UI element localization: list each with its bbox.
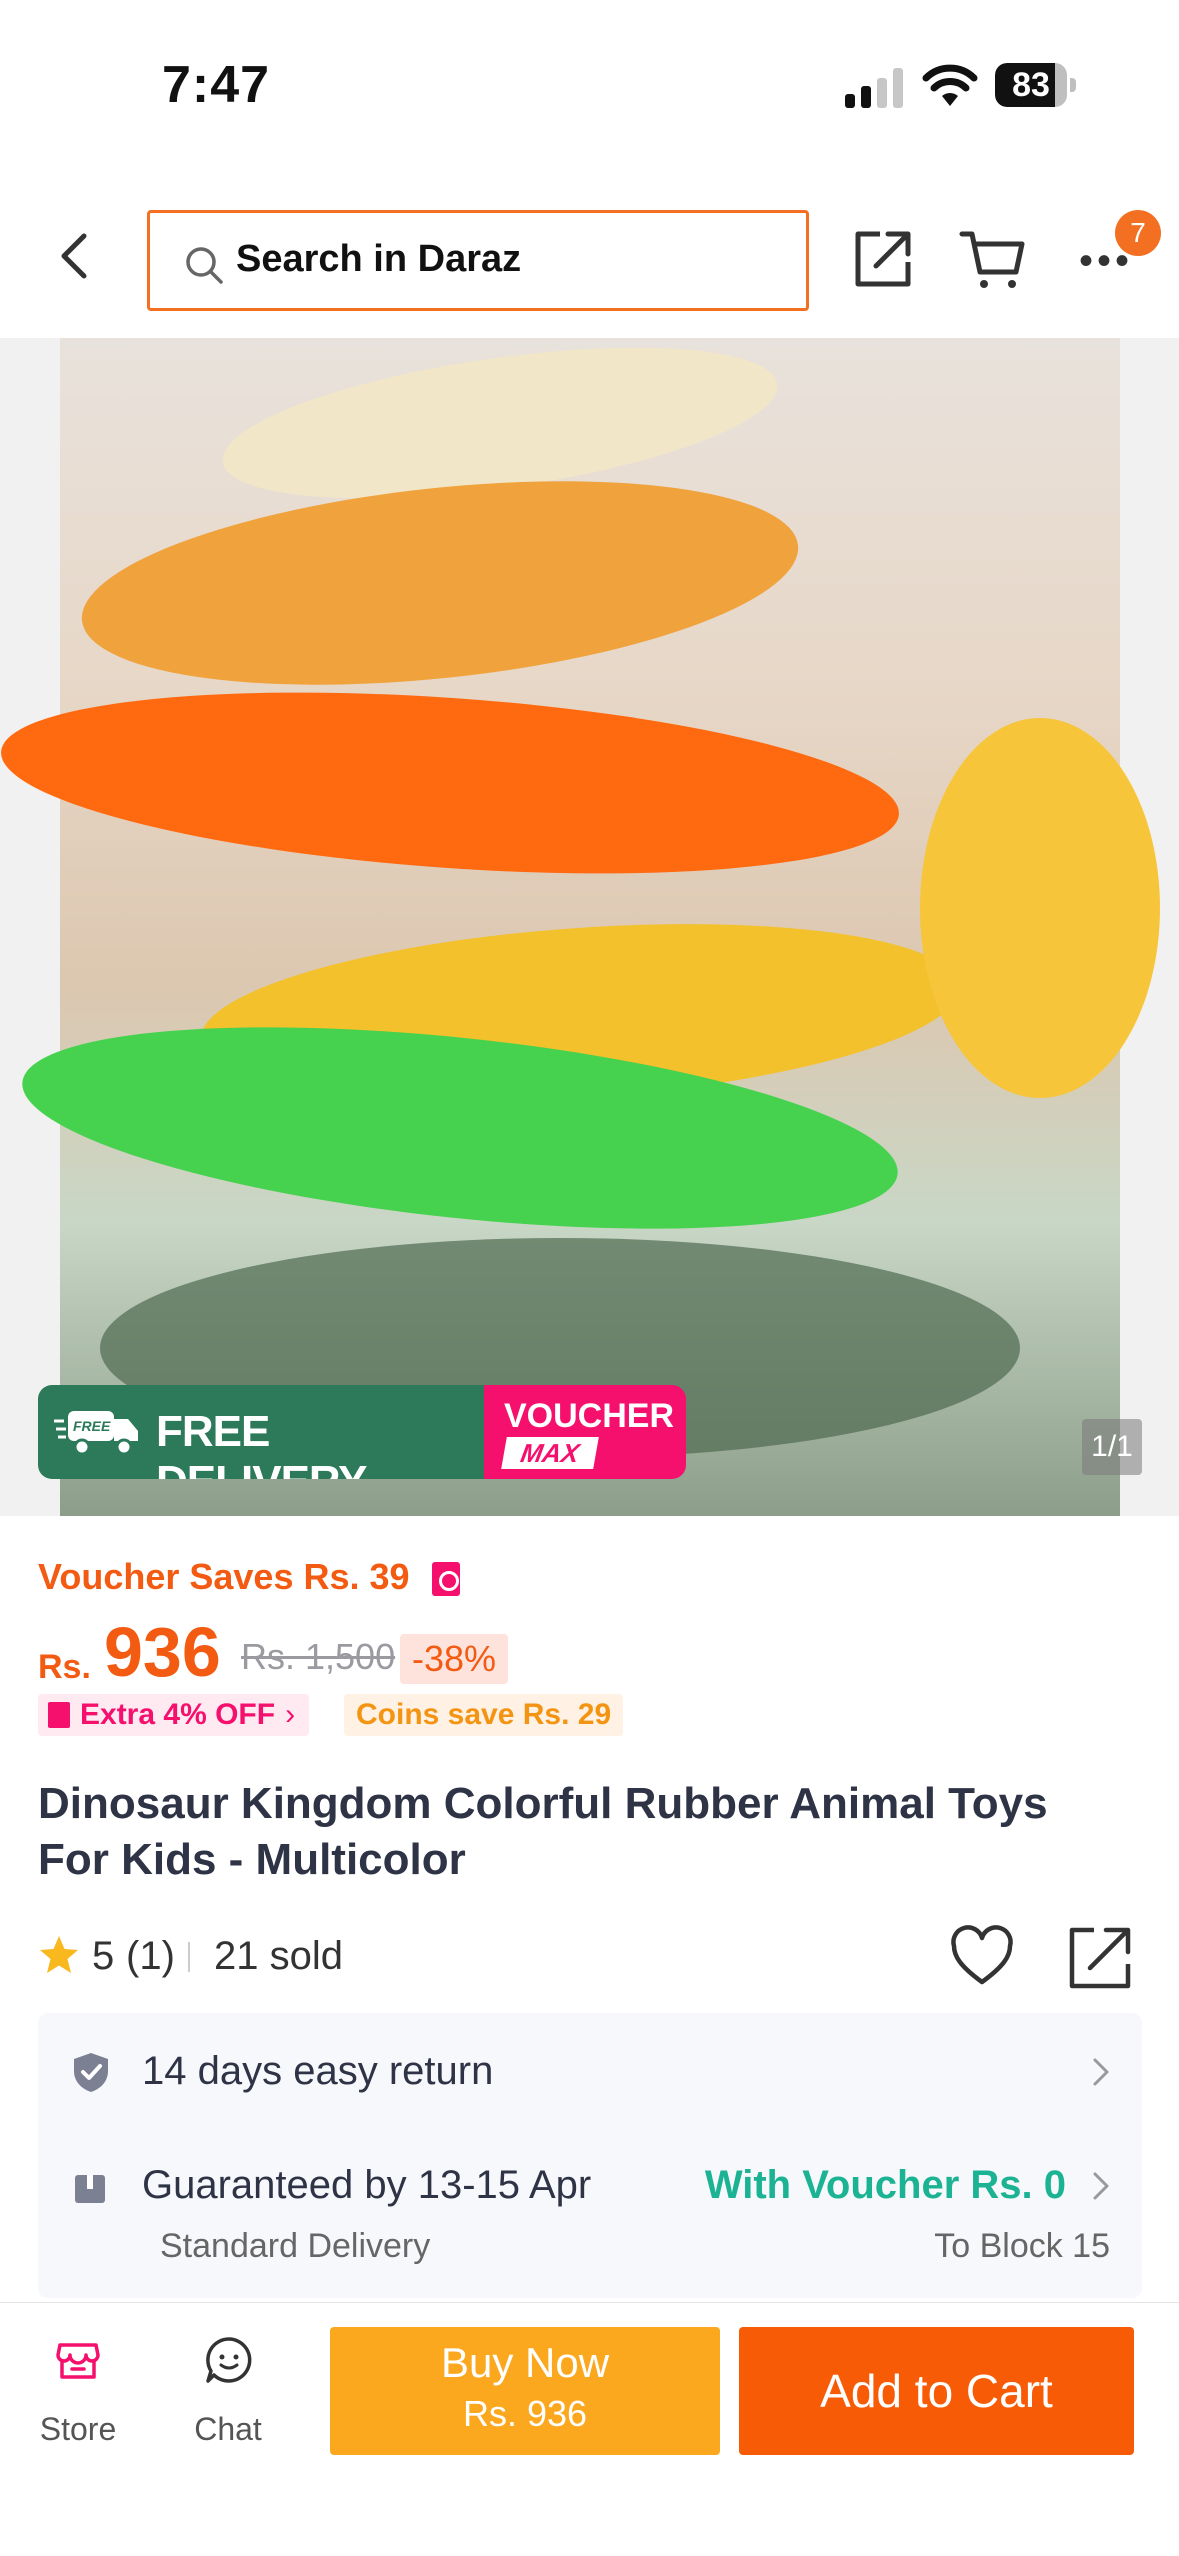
chat-button[interactable]: Chat (180, 2329, 276, 2449)
bottom-action-bar: Store Chat Buy Now Rs. 936 Add to Cart (0, 2302, 1179, 2556)
share-icon[interactable] (1064, 1922, 1136, 1994)
battery-level: 83 (1012, 66, 1050, 104)
voucher-badge-line2: MAX (501, 1437, 599, 1469)
price-currency: Rs. (38, 1648, 91, 1686)
wifi-icon (922, 64, 978, 106)
delivery-voucher-text: With Voucher Rs. 0 (704, 2163, 1066, 2207)
return-policy-row[interactable]: 14 days easy return (38, 2013, 1142, 2129)
add-to-cart-button[interactable]: Add to Cart (739, 2327, 1134, 2455)
chat-label: Chat (194, 2411, 262, 2447)
cart-icon[interactable] (958, 226, 1028, 292)
delivery-row[interactable]: Guaranteed by 13-15 Apr With Voucher Rs.… (38, 2129, 1142, 2298)
free-delivery-text: FREE DELIVERY (156, 1407, 367, 1479)
search-input[interactable]: Search in Daraz (147, 210, 809, 311)
extra-off-label: Extra 4% OFF (80, 1698, 276, 1731)
more-icon: ••• (1079, 239, 1134, 283)
buy-now-label: Buy Now (440, 2339, 610, 2386)
store-button[interactable]: Store (30, 2329, 126, 2449)
chevron-right-icon (1093, 2058, 1109, 2086)
product-photo (0, 338, 1160, 1516)
delivery-location: To Block 15 (934, 2227, 1110, 2265)
promo-banner: FREE FREE DELIVERY VOUCHER MAX (38, 1385, 686, 1479)
share-icon[interactable] (850, 226, 916, 292)
chat-icon (206, 2337, 252, 2383)
standard-delivery-text: Standard Delivery (160, 2227, 431, 2265)
rating-row: 5 (1) 21 sold (38, 1925, 1138, 1989)
coins-save-chip[interactable]: Coins save Rs. 29 (344, 1694, 624, 1736)
search-icon (186, 247, 223, 284)
sold-count: 21 sold (214, 1934, 343, 1978)
store-icon (56, 2343, 100, 2379)
voucher-saves-text: Voucher Saves Rs. 39 (38, 1556, 410, 1597)
status-time: 7:47 (162, 56, 271, 114)
chevron-right-icon: › (285, 1698, 296, 1731)
more-menu-button[interactable]: ••• 7 (1075, 210, 1161, 286)
price-value: 936 (104, 1613, 221, 1691)
status-bar: 7:47 83 (0, 0, 1179, 170)
free-delivery-badge: FREE FREE DELIVERY (38, 1385, 484, 1479)
rating-score: 5 (92, 1934, 115, 1978)
notification-badge: 7 (1115, 210, 1161, 256)
truck-icon: FREE (54, 1411, 138, 1456)
star-icon (40, 1936, 78, 1973)
product-title: Dinosaur Kingdom Colorful Rubber Animal … (38, 1779, 1048, 1884)
voucher-mini-icon (48, 1702, 70, 1728)
info-panel: 14 days easy return Guaranteed by 13-15 … (38, 2013, 1142, 2298)
divider (188, 1942, 190, 1972)
back-arrow-icon[interactable] (44, 224, 108, 288)
voucher-icon (432, 1562, 460, 1596)
original-price: Rs. 1,500 (241, 1636, 396, 1677)
shield-icon (74, 2053, 108, 2092)
package-icon (75, 2175, 105, 2203)
store-label: Store (39, 2411, 117, 2447)
search-placeholder: Search in Daraz (236, 238, 522, 280)
header: Search in Daraz ••• 7 (0, 200, 1179, 320)
voucher-badge-line1: VOUCHER (504, 1397, 675, 1435)
free-tag: FREE (73, 1418, 111, 1434)
buy-now-button[interactable]: Buy Now Rs. 936 (330, 2327, 720, 2455)
image-counter: 1/1 (1082, 1419, 1142, 1475)
chevron-right-icon (1093, 2172, 1109, 2200)
extra-off-chip[interactable]: Extra 4% OFF › (38, 1694, 310, 1736)
rating-count[interactable]: (1) (126, 1934, 175, 1979)
heart-icon[interactable] (946, 1922, 1018, 1994)
guaranteed-delivery-text: Guaranteed by 13-15 Apr (142, 2163, 592, 2207)
return-policy-text: 14 days easy return (142, 2049, 494, 2093)
product-image[interactable]: FREE FREE DELIVERY VOUCHER MAX 1/1 (0, 338, 1179, 1516)
signal-icon (845, 66, 905, 108)
discount-badge: -38% (400, 1634, 509, 1684)
buy-now-price: Rs. 936 (462, 2393, 588, 2434)
battery-icon: 83 (995, 63, 1076, 107)
voucher-max-badge: VOUCHER MAX (484, 1385, 686, 1479)
